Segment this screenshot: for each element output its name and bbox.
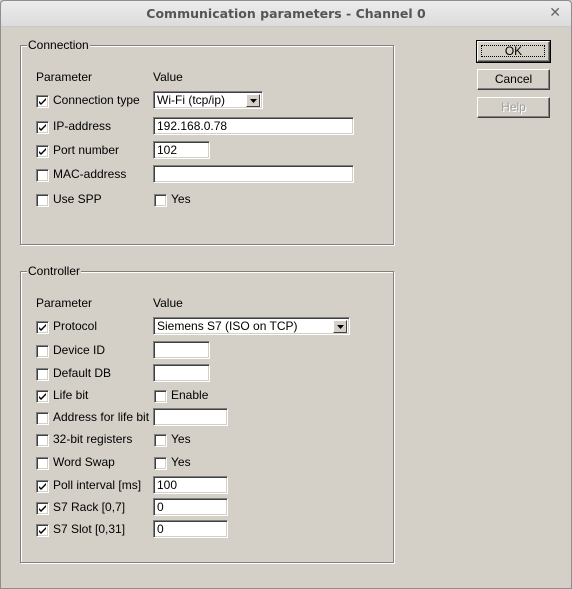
protocol-label: Protocol — [53, 319, 98, 333]
address-for-life-bit-input[interactable] — [153, 408, 228, 426]
poll-interval-ms-value: 100 — [157, 478, 178, 492]
connection-header-parameter: Parameter — [36, 70, 93, 84]
word-swap-label: Word Swap — [53, 455, 115, 469]
connection-header-value: Value — [153, 70, 183, 84]
use-spp-label: Use SPP — [53, 192, 102, 206]
protocol-checkbox[interactable] — [36, 321, 49, 334]
ip-address-checkbox[interactable] — [36, 121, 49, 134]
protocol-dropdown[interactable]: Siemens S7 (ISO on TCP) — [153, 317, 350, 335]
dialog-window: Communication parameters - Channel 0 ✕ C… — [0, 0, 572, 589]
s7-slot-0-31-label: S7 Slot [0,31] — [53, 522, 126, 536]
word-swap-value-checkbox[interactable] — [154, 457, 167, 470]
use-spp-checkbox[interactable] — [36, 194, 49, 207]
s7-rack-0-7-value: 0 — [157, 500, 164, 514]
ip-address-input[interactable]: 192.168.0.78 — [153, 117, 354, 135]
word-swap-checkbox[interactable] — [36, 457, 49, 470]
help-button-label: Help — [501, 100, 526, 114]
s7-slot-0-31-input[interactable]: 0 — [153, 520, 228, 538]
32-bit-registers-value-checkbox[interactable] — [154, 434, 167, 447]
life-bit-label: Life bit — [53, 388, 89, 402]
title-bar[interactable]: Communication parameters - Channel 0 ✕ — [1, 1, 571, 27]
default-db-checkbox[interactable] — [36, 368, 49, 381]
default-db-label: Default DB — [53, 366, 112, 380]
32-bit-registers-value-label: Yes — [171, 432, 191, 446]
focus-rect — [481, 45, 545, 57]
controller-header-value: Value — [153, 296, 183, 310]
ip-address-label: IP-address — [53, 119, 112, 133]
connection-type-label: Connection type — [53, 93, 140, 107]
ip-address-value: 192.168.0.78 — [157, 119, 228, 133]
controller-group-label: Controller — [27, 264, 82, 278]
32-bit-registers-checkbox[interactable] — [36, 434, 49, 447]
mac-address-checkbox[interactable] — [36, 169, 49, 182]
s7-rack-0-7-input[interactable]: 0 — [153, 498, 228, 516]
poll-interval-ms-checkbox[interactable] — [36, 480, 49, 493]
s7-slot-0-31-checkbox[interactable] — [36, 524, 49, 537]
help-button[interactable]: Help — [477, 97, 550, 118]
32-bit-registers-label: 32-bit registers — [53, 432, 133, 446]
life-bit-value-checkbox[interactable] — [154, 390, 167, 403]
use-spp-value-checkbox[interactable] — [154, 194, 167, 207]
life-bit-checkbox[interactable] — [36, 390, 49, 403]
address-for-life-bit-checkbox[interactable] — [36, 412, 49, 425]
device-id-label: Device ID — [53, 343, 106, 357]
connection-group-label: Connection — [27, 38, 90, 52]
cancel-button[interactable]: Cancel — [477, 69, 550, 90]
poll-interval-ms-label: Poll interval [ms] — [53, 478, 142, 492]
address-for-life-bit-label: Address for life bit — [53, 410, 150, 424]
port-number-checkbox[interactable] — [36, 145, 49, 158]
connection-type-value: Wi-Fi (tcp/ip) — [157, 93, 225, 107]
device-id-input[interactable] — [153, 341, 210, 359]
chevron-down-icon[interactable] — [246, 94, 260, 107]
s7-slot-0-31-value: 0 — [157, 522, 164, 536]
default-db-input[interactable] — [153, 364, 210, 382]
ok-button[interactable]: OK — [476, 40, 551, 63]
window-title: Communication parameters - Channel 0 — [146, 6, 426, 21]
chevron-down-icon[interactable] — [333, 320, 347, 333]
cancel-button-label: Cancel — [494, 72, 533, 86]
connection-type-dropdown[interactable]: Wi-Fi (tcp/ip) — [153, 91, 263, 109]
s7-rack-0-7-checkbox[interactable] — [36, 502, 49, 515]
mac-address-input[interactable] — [153, 165, 354, 183]
connection-type-checkbox[interactable] — [36, 95, 49, 108]
device-id-checkbox[interactable] — [36, 345, 49, 358]
port-number-value: 102 — [157, 143, 178, 157]
life-bit-value-label: Enable — [171, 388, 209, 402]
word-swap-value-label: Yes — [171, 455, 191, 469]
controller-header-parameter: Parameter — [36, 296, 93, 310]
mac-address-label: MAC-address — [53, 167, 127, 181]
use-spp-value-label: Yes — [171, 192, 191, 206]
poll-interval-ms-input[interactable]: 100 — [153, 476, 228, 494]
port-number-input[interactable]: 102 — [153, 141, 210, 159]
protocol-value: Siemens S7 (ISO on TCP) — [157, 319, 298, 333]
port-number-label: Port number — [53, 143, 120, 157]
close-icon[interactable]: ✕ — [549, 5, 561, 21]
s7-rack-0-7-label: S7 Rack [0,7] — [53, 500, 126, 514]
